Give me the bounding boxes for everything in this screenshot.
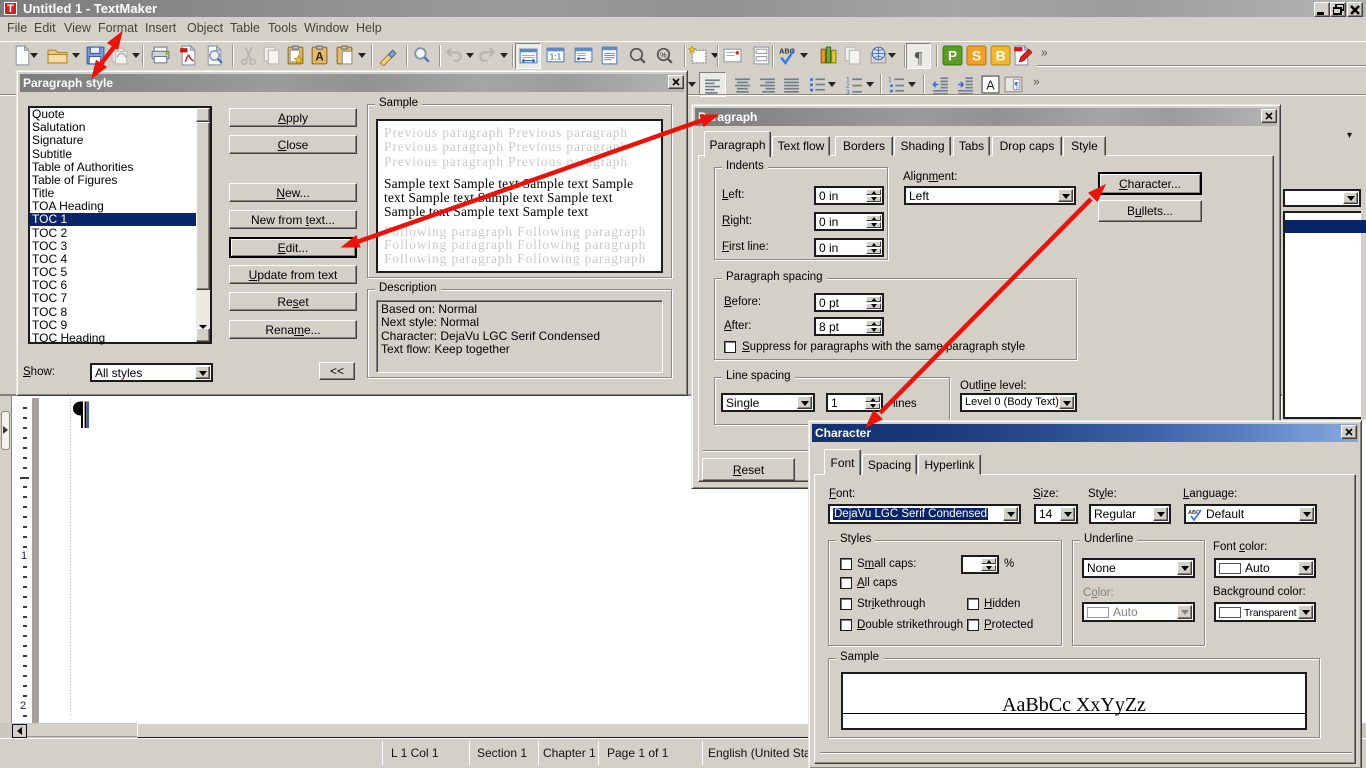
svg-text:P: P xyxy=(948,49,957,64)
svg-text:A: A xyxy=(315,52,324,64)
svg-text:%: % xyxy=(660,51,667,60)
svg-text:1: 1 xyxy=(888,76,892,83)
svg-text:»: » xyxy=(1041,48,1047,60)
svg-text:¶: ¶ xyxy=(1015,82,1020,92)
svg-text:»: » xyxy=(1033,77,1039,89)
svg-text:A: A xyxy=(986,79,995,93)
svg-text:S: S xyxy=(972,49,981,64)
svg-text:¶: ¶ xyxy=(915,48,923,67)
svg-text:1:1: 1:1 xyxy=(550,52,562,62)
svg-text:B: B xyxy=(996,49,1006,64)
